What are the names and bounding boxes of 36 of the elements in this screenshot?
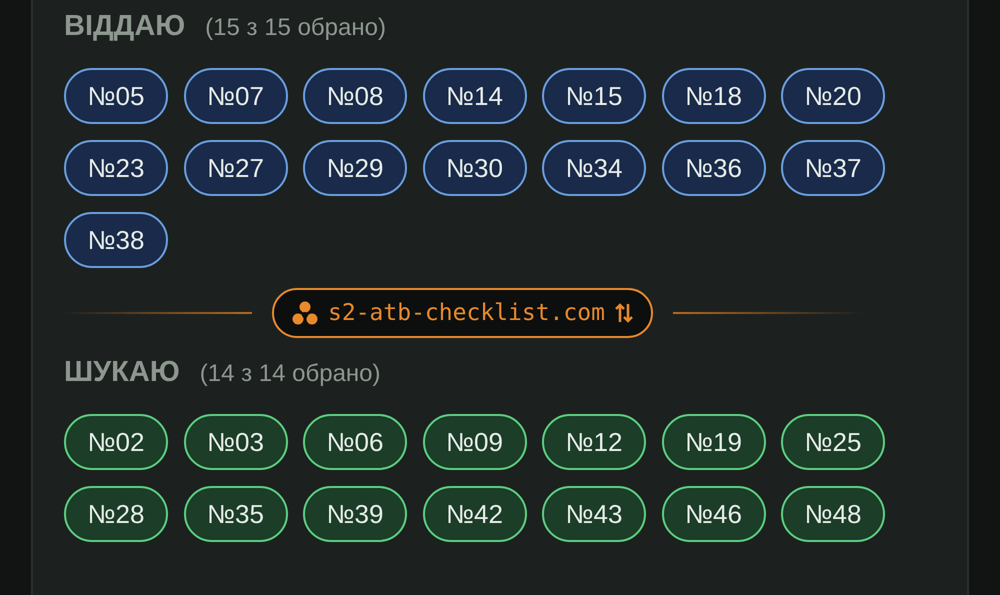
number-chip[interactable]: №25 xyxy=(781,414,885,470)
number-chip[interactable]: №35 xyxy=(184,486,288,542)
number-chip[interactable]: №05 xyxy=(64,68,168,124)
number-chip[interactable]: №15 xyxy=(542,68,646,124)
number-chip[interactable]: №19 xyxy=(662,414,766,470)
number-chip[interactable]: №42 xyxy=(422,486,526,542)
number-chip[interactable]: №34 xyxy=(542,140,646,196)
trefoil-icon xyxy=(292,301,318,325)
number-chip[interactable]: №38 xyxy=(64,212,168,268)
number-chip[interactable]: №18 xyxy=(662,68,766,124)
number-chip[interactable]: №48 xyxy=(781,486,885,542)
number-chip[interactable]: №14 xyxy=(422,68,526,124)
number-chip[interactable]: №20 xyxy=(781,68,885,124)
number-chip[interactable]: №07 xyxy=(184,68,288,124)
number-chip[interactable]: №06 xyxy=(303,414,407,470)
number-chip[interactable]: №46 xyxy=(662,486,766,542)
number-chip[interactable]: №30 xyxy=(422,140,526,196)
number-chip[interactable]: №37 xyxy=(781,140,885,196)
number-chip[interactable]: №23 xyxy=(64,140,168,196)
section-title: ВІДДАЮ xyxy=(64,12,186,41)
number-chip[interactable]: №12 xyxy=(542,414,646,470)
swap-icon xyxy=(614,302,633,324)
number-chip[interactable]: №27 xyxy=(184,140,288,196)
selection-count: (14 з 14 обрано) xyxy=(200,362,381,386)
selection-count: (15 з 15 обрано) xyxy=(205,16,386,40)
site-link[interactable]: s2-atb-checklist.com xyxy=(272,288,653,338)
section-title: ШУКАЮ xyxy=(64,358,180,387)
number-chip[interactable]: №29 xyxy=(303,140,407,196)
number-chip[interactable]: №03 xyxy=(184,414,288,470)
number-chip[interactable]: №43 xyxy=(542,486,646,542)
number-chip[interactable]: №02 xyxy=(64,414,168,470)
number-chip[interactable]: №09 xyxy=(422,414,526,470)
number-chip[interactable]: №28 xyxy=(64,486,168,542)
number-chip[interactable]: №08 xyxy=(303,68,407,124)
number-chip[interactable]: №39 xyxy=(303,486,407,542)
number-chip[interactable]: №36 xyxy=(662,140,766,196)
